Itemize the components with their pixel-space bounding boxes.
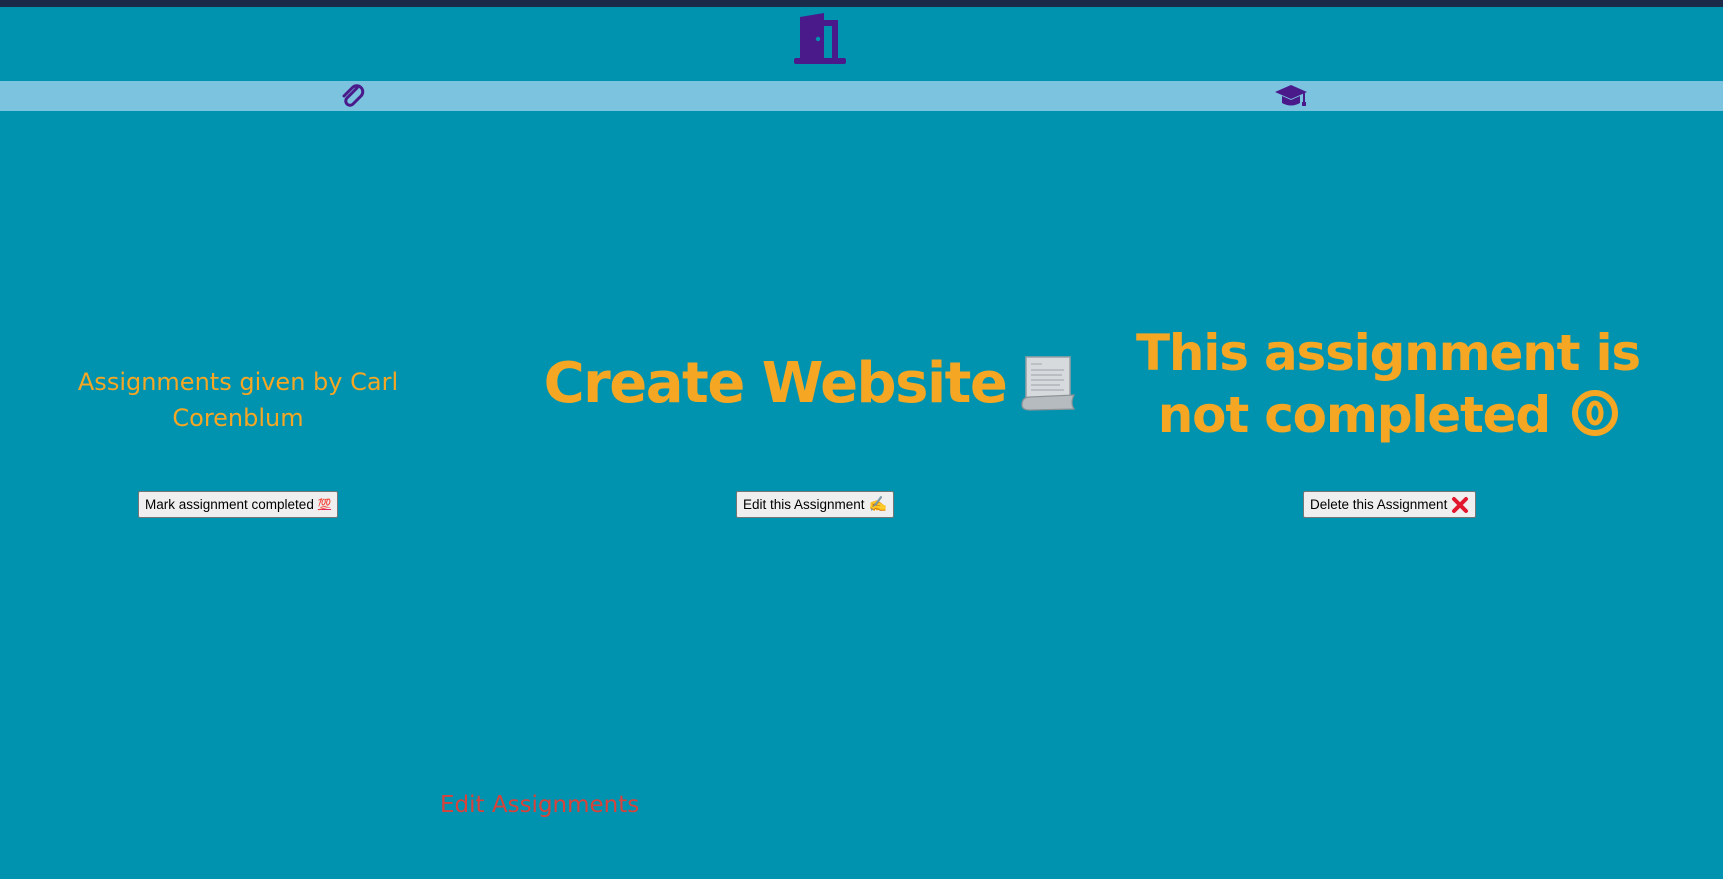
delete-assignment-label: Delete this Assignment: [1310, 497, 1448, 512]
door-icon: [794, 13, 846, 64]
assignment-title: Create Website: [543, 350, 1008, 416]
edit-assignment-button[interactable]: Edit this Assignment ✍: [736, 491, 895, 518]
circled-zero-icon: [1572, 390, 1619, 436]
delete-assignment-button[interactable]: Delete this Assignment: [1303, 491, 1477, 518]
scroll-icon: [1021, 356, 1076, 411]
hundred-points-icon: 💯: [317, 498, 332, 511]
edit-assignment-label: Edit this Assignment: [743, 497, 865, 512]
nav-item-assignments[interactable]: [333, 81, 373, 111]
home-link[interactable]: [790, 11, 850, 69]
paperclip-icon: [342, 84, 365, 107]
completion-status-text: This assignment is not completed: [1135, 324, 1641, 444]
header: [0, 7, 1723, 81]
edit-assignments-link[interactable]: Edit Assignments: [440, 792, 639, 818]
mark-completed-label: Mark assignment completed: [145, 497, 314, 512]
mark-completed-button[interactable]: Mark assignment completed 💯: [138, 491, 339, 518]
assignment-title-row: Create Website: [520, 344, 1100, 422]
top-strip: [0, 0, 1723, 7]
completion-status: This assignment is not completed: [1096, 322, 1680, 446]
writing-hand-icon: ✍: [868, 496, 888, 513]
graduation-cap-icon: [1275, 85, 1307, 106]
navbar: [0, 81, 1723, 111]
cross-mark-icon: [1452, 496, 1469, 513]
assigned-by-text: Assignments given by Carl Corenblum: [77, 368, 399, 432]
nav-item-classes[interactable]: [1268, 81, 1308, 111]
